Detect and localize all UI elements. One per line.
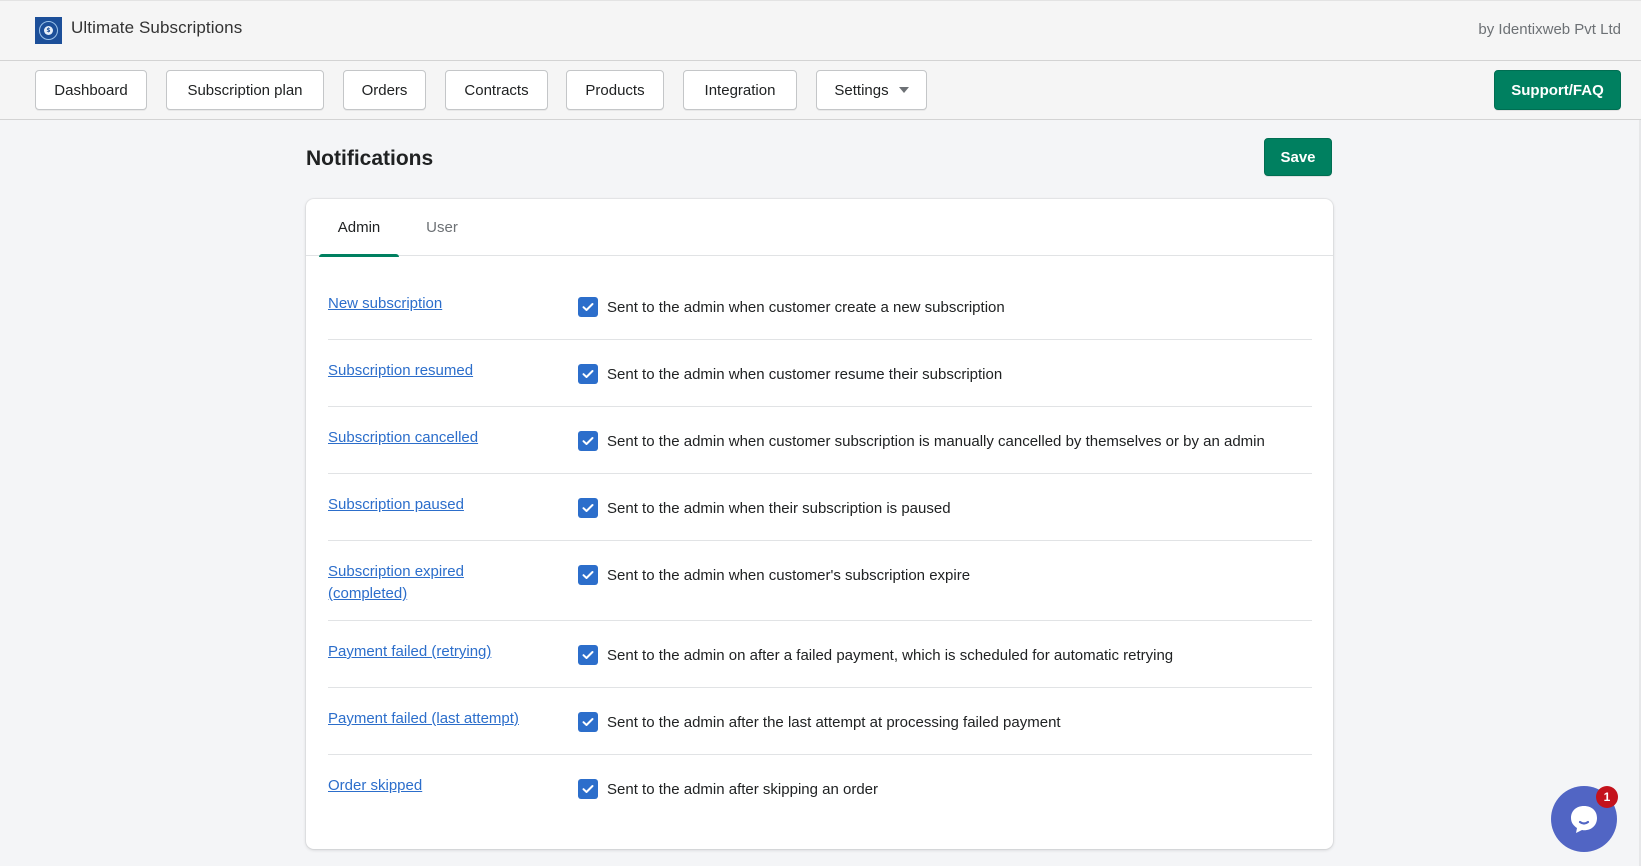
notification-description: Sent to the admin after the last attempt… (607, 713, 1061, 731)
notification-row: Payment failed (last attempt) Sent to th… (328, 688, 1312, 755)
notification-description: Sent to the admin when their subscriptio… (607, 499, 951, 517)
tab-user[interactable]: User (407, 199, 477, 256)
save-button[interactable]: Save (1264, 138, 1332, 176)
support-faq-button[interactable]: Support/FAQ (1494, 70, 1621, 110)
notification-row: Subscription paused Sent to the admin wh… (328, 474, 1312, 541)
notification-checkbox[interactable] (578, 779, 598, 799)
notification-description: Sent to the admin when customer create a… (607, 298, 1005, 316)
notification-link[interactable]: Order skipped (328, 775, 578, 797)
notifications-card: Admin User New subscription Sent to the … (306, 199, 1333, 849)
app-header: $ Ultimate Subscriptions by Identixweb P… (0, 0, 1641, 61)
notification-checkbox[interactable] (578, 297, 598, 317)
notification-row: Payment failed (retrying) Sent to the ad… (328, 621, 1312, 688)
notification-link[interactable]: New subscription (328, 293, 578, 315)
nav-orders-button[interactable]: Orders (343, 70, 426, 110)
notification-description: Sent to the admin when customer resume t… (607, 365, 1003, 383)
notification-link[interactable]: Subscription expired (completed) (328, 561, 578, 605)
checkmark-icon (582, 370, 594, 378)
checkmark-icon (582, 504, 594, 512)
notification-checkbox[interactable] (578, 498, 598, 518)
chat-unread-badge: 1 (1596, 786, 1618, 808)
notification-checkbox[interactable] (578, 364, 598, 384)
page-title: Notifications (306, 147, 434, 170)
tab-admin[interactable]: Admin (319, 199, 399, 257)
nav-contracts-button[interactable]: Contracts (445, 70, 548, 110)
notification-checkbox[interactable] (578, 645, 598, 665)
notification-description: Sent to the admin after skipping an orde… (607, 780, 878, 798)
checkmark-icon (582, 785, 594, 793)
nav-dashboard-button[interactable]: Dashboard (35, 70, 147, 110)
notification-description: Sent to the admin when customer's subscr… (607, 566, 971, 584)
notification-link[interactable]: Subscription cancelled (328, 427, 578, 449)
notification-checkbox[interactable] (578, 712, 598, 732)
checkmark-icon (582, 571, 594, 579)
notification-list: New subscription Sent to the admin when … (328, 273, 1312, 822)
nav-subscription-plan-button[interactable]: Subscription plan (166, 70, 324, 110)
checkmark-icon (582, 718, 594, 726)
notification-description: Sent to the admin on after a failed paym… (607, 646, 1174, 664)
app-title: Ultimate Subscriptions (71, 18, 243, 37)
nav-integration-button[interactable]: Integration (683, 70, 797, 110)
notification-row: Subscription cancelled Sent to the admin… (328, 407, 1312, 474)
notification-tabs: Admin User (306, 199, 1333, 257)
notification-row: Order skipped Sent to the admin after sk… (328, 755, 1312, 822)
checkmark-icon (582, 303, 594, 311)
notification-link[interactable]: Subscription paused (328, 494, 578, 516)
notification-link[interactable]: Payment failed (retrying) (328, 641, 578, 663)
notification-row: Subscription expired (completed) Sent to… (328, 541, 1312, 621)
checkmark-icon (582, 651, 594, 659)
notification-row: Subscription resumed Sent to the admin w… (328, 340, 1312, 407)
vendor-label: by Identixweb Pvt Ltd (1478, 21, 1621, 38)
subscription-logo-icon: $ (35, 17, 62, 44)
notification-row: New subscription Sent to the admin when … (328, 273, 1312, 340)
notification-description: Sent to the admin when customer subscrip… (607, 432, 1265, 450)
notification-checkbox[interactable] (578, 431, 598, 451)
main-nav: Dashboard Subscription plan Orders Contr… (0, 61, 1641, 120)
notification-link[interactable]: Payment failed (last attempt) (328, 708, 578, 730)
chat-bubble-icon (1571, 806, 1597, 833)
notification-link[interactable]: Subscription resumed (328, 360, 578, 382)
notification-checkbox[interactable] (578, 565, 598, 585)
nav-settings-label: Settings (834, 81, 889, 99)
nav-products-button[interactable]: Products (566, 70, 664, 110)
chevron-down-icon (898, 87, 909, 93)
checkmark-icon (582, 437, 594, 445)
nav-settings-dropdown[interactable]: Settings (816, 70, 927, 110)
